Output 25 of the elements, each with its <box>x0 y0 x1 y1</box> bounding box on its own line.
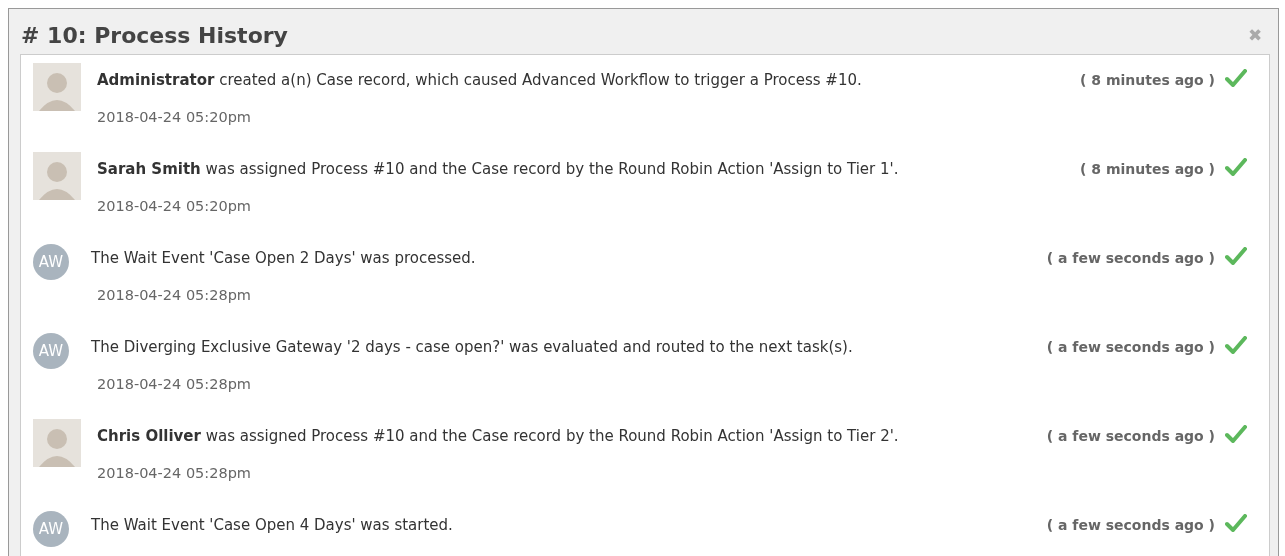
relative-time: ( a few seconds ago ) <box>1046 428 1216 444</box>
relative-time: ( a few seconds ago ) <box>1046 517 1216 533</box>
history-message: Chris Olliver was assigned Process #10 and the Case record by the Round Robin Action 'Assign to Tier 2'. <box>97 427 900 445</box>
dialog-title: # 10: Process History <box>21 23 288 48</box>
timestamp: 2018-04-24 05:28pm <box>97 375 252 392</box>
initials-avatar: AW <box>33 333 69 369</box>
history-message: The Wait Event 'Case Open 2 Days' was processed. <box>91 249 477 267</box>
timestamp: 2018-04-24 05:28pm <box>97 286 252 303</box>
history-message: Sarah Smith was assigned Process #10 and the Case record by the Round Robin Action 'Assign to Tier 1'. <box>97 160 900 178</box>
relative-time: ( 8 minutes ago ) <box>1080 161 1216 177</box>
history-message: The Diverging Exclusive Gateway '2 days - case open?' was evaluated and routed to the next task(s). <box>91 338 854 356</box>
timestamp: 2018-04-24 05:28pm <box>97 464 252 481</box>
history-message: Administrator created a(n) Case record, which caused Advanced Workflow to trigger a Process #10. <box>97 71 863 89</box>
initials-avatar: AW <box>33 244 69 280</box>
timestamp: 2018-04-24 05:20pm <box>97 197 252 214</box>
close-button[interactable]: ✖ <box>1248 25 1262 46</box>
avatar-photo <box>33 63 81 111</box>
relative-time: ( 8 minutes ago ) <box>1080 72 1216 88</box>
relative-time: ( a few seconds ago ) <box>1046 250 1216 266</box>
relative-time: ( a few seconds ago ) <box>1046 339 1216 355</box>
avatar-photo <box>33 152 81 200</box>
history-message: The Wait Event 'Case Open 4 Days' was started. <box>91 516 454 534</box>
timestamp: 2018-04-24 05:20pm <box>97 108 252 125</box>
avatar-photo <box>33 419 81 467</box>
initials-avatar: AW <box>33 511 69 547</box>
